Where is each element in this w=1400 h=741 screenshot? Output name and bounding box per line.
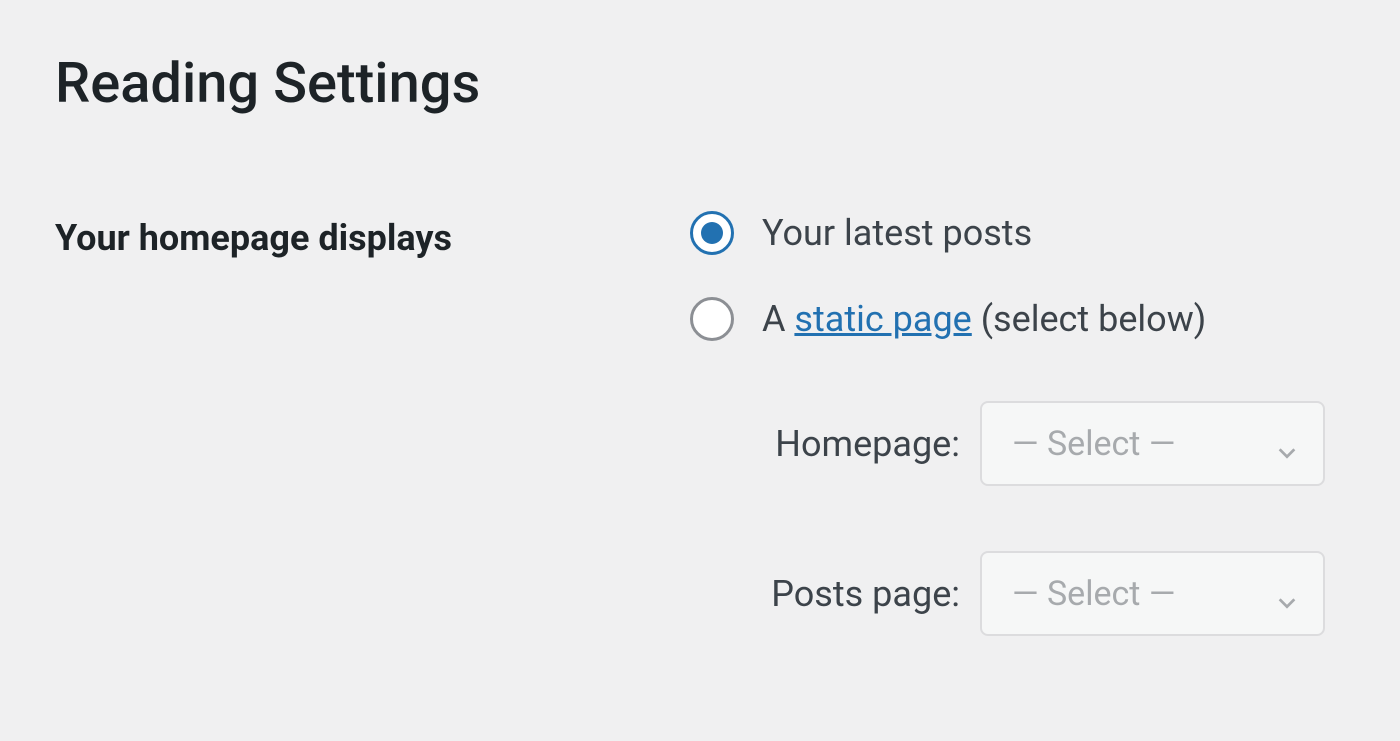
radio-option-latest-posts[interactable]: Your latest posts xyxy=(690,211,1345,255)
static-page-link[interactable]: static page xyxy=(794,298,971,340)
posts-page-select-value: — Select — xyxy=(1012,574,1175,614)
radio-label-latest-posts: Your latest posts xyxy=(762,212,1032,254)
homepage-select-value: — Select — xyxy=(1012,424,1175,464)
homepage-displays-controls: Your latest posts A static page (select … xyxy=(690,211,1345,701)
homepage-displays-row: Your homepage displays Your latest posts… xyxy=(55,211,1345,701)
radio-icon xyxy=(690,211,734,255)
homepage-select-label: Homepage: xyxy=(750,423,980,465)
page-title: Reading Settings xyxy=(55,50,1345,116)
static-page-prefix: A xyxy=(762,298,794,340)
homepage-select-row: Homepage: — Select — xyxy=(750,401,1345,486)
static-page-sub-selects: Homepage: — Select — Posts page: — Selec… xyxy=(690,401,1345,636)
posts-page-select-row: Posts page: — Select — xyxy=(750,551,1345,636)
radio-option-static-page[interactable]: A static page (select below) xyxy=(690,297,1345,341)
posts-page-select-label: Posts page: xyxy=(750,573,980,615)
homepage-displays-label: Your homepage displays xyxy=(55,211,690,259)
posts-page-select[interactable]: — Select — xyxy=(980,551,1325,636)
radio-label-static-page: A static page (select below) xyxy=(762,298,1206,340)
radio-icon xyxy=(690,297,734,341)
static-page-suffix: (select below) xyxy=(972,298,1207,340)
chevron-down-icon xyxy=(1276,433,1298,455)
chevron-down-icon xyxy=(1276,583,1298,605)
homepage-select[interactable]: — Select — xyxy=(980,401,1325,486)
